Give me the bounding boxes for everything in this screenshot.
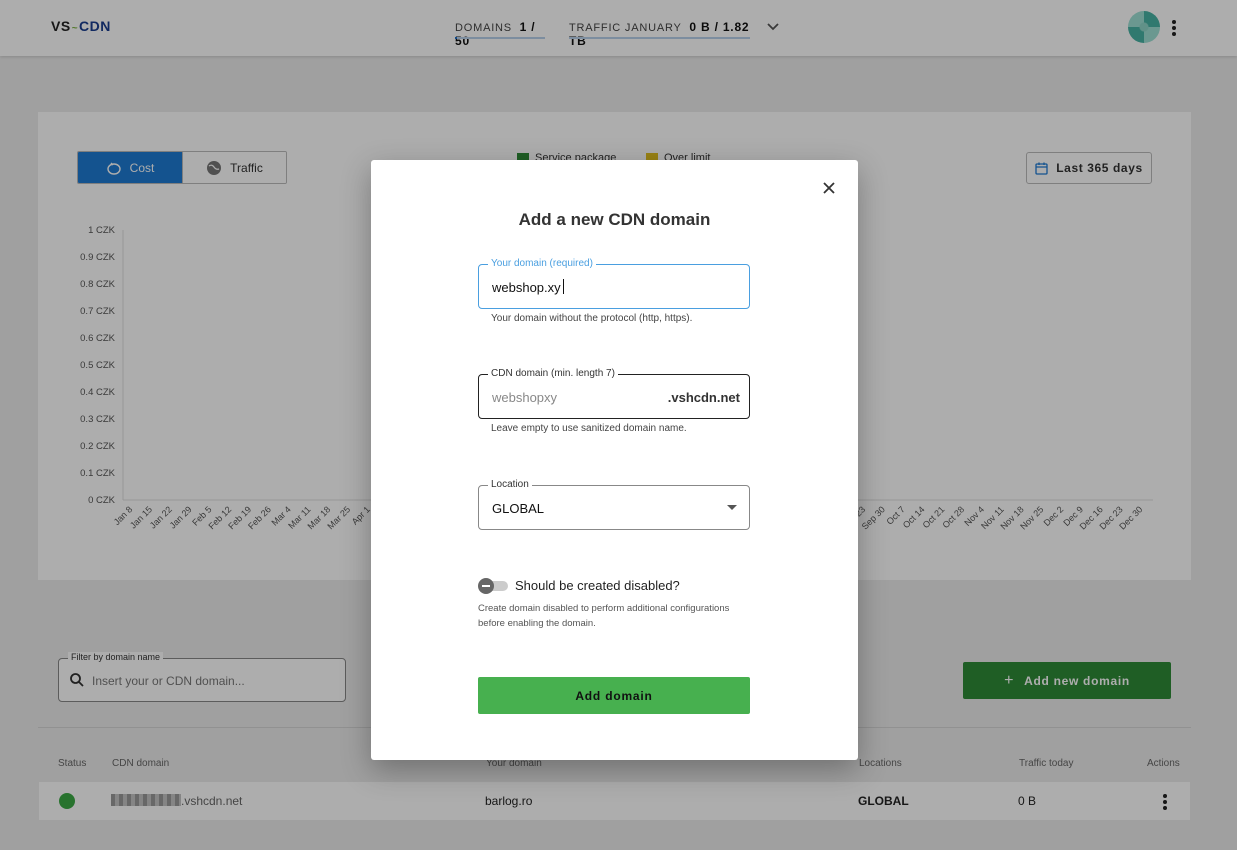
cdn-domain-input[interactable]: webshopxy — [492, 390, 557, 405]
close-icon[interactable] — [822, 181, 836, 195]
location-value: GLOBAL — [492, 501, 545, 516]
text-cursor — [563, 279, 564, 294]
cdn-domain-suffix: .vshcdn.net — [667, 390, 740, 405]
toggle-hint: Create domain disabled to perform additi… — [478, 601, 729, 631]
create-disabled-toggle[interactable] — [478, 578, 508, 594]
your-domain-input[interactable]: webshop.xy — [492, 280, 561, 295]
dropdown-arrow-icon — [727, 505, 737, 510]
cdn-domain-label: CDN domain (min. length 7) — [488, 368, 618, 379]
location-label: Location — [488, 479, 532, 490]
location-select[interactable]: Location GLOBAL — [478, 479, 750, 530]
add-domain-dialog: Add a new CDN domain Your domain (requir… — [371, 160, 858, 760]
your-domain-hint: Your domain without the protocol (http, … — [491, 313, 693, 324]
cdn-domain-hint: Leave empty to use sanitized domain name… — [491, 423, 687, 434]
toggle-hint-line-2: before enabling the domain. — [478, 618, 596, 629]
toggle-knob — [478, 578, 494, 594]
your-domain-field[interactable]: Your domain (required) webshop.xy — [478, 258, 750, 309]
toggle-label: Should be created disabled? — [515, 578, 680, 593]
toggle-hint-line-1: Create domain disabled to perform additi… — [478, 603, 730, 614]
dialog-title: Add a new CDN domain — [518, 210, 711, 229]
your-domain-label: Your domain (required) — [488, 258, 596, 269]
cdn-domain-field[interactable]: CDN domain (min. length 7) webshopxy .vs… — [478, 368, 750, 419]
add-domain-button[interactable]: Add domain — [478, 677, 750, 714]
